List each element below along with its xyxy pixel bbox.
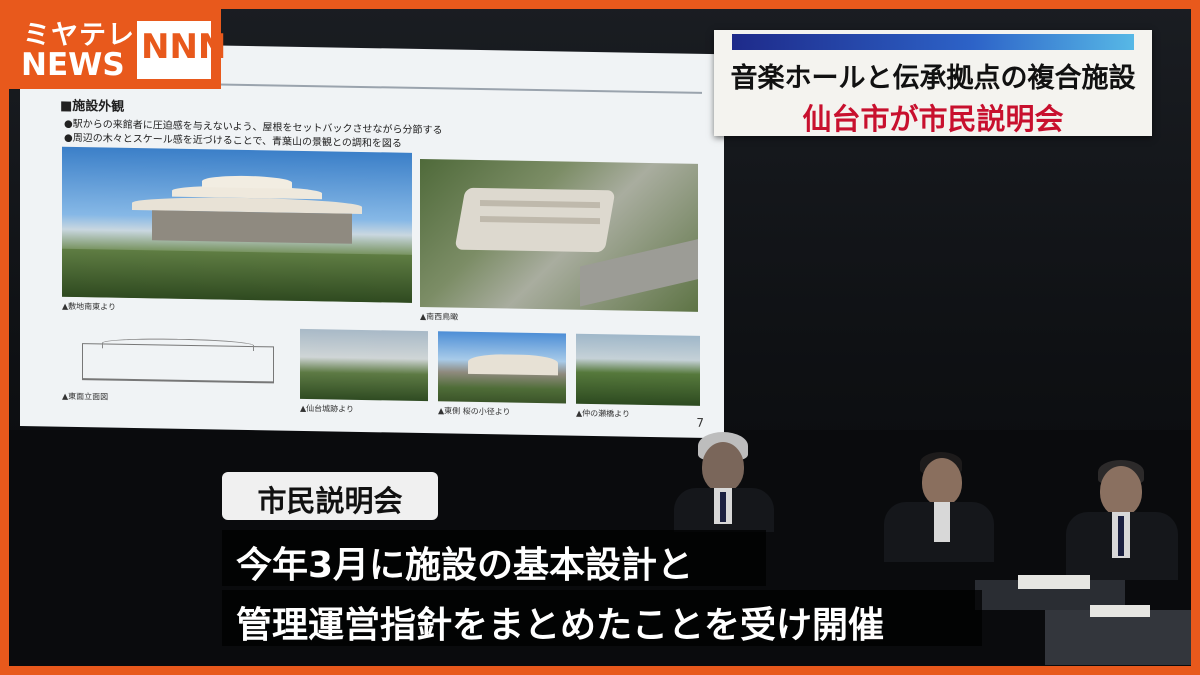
elevation-drawing — [62, 332, 292, 389]
headline-subtitle: 仙台市が市民説明会 — [802, 102, 1064, 136]
caption-label-text: 市民説明会 — [257, 484, 403, 518]
projected-slide: ■施設外観 ●駅からの来館者に圧迫感を与えないよう、屋根をセットバックさせながら… — [20, 42, 724, 439]
slide-heading: ■施設外観 — [60, 98, 125, 115]
document-paper — [1090, 605, 1150, 617]
headline-accent-bar — [732, 34, 1134, 50]
panel-table — [1045, 610, 1200, 665]
panelist-person — [1062, 460, 1182, 580]
subtitle-line: 管理運営指針をまとめたことを受け開催 — [222, 590, 982, 646]
image-caption: ▲仙台城跡より — [300, 403, 354, 414]
logo-network-text: NNN — [141, 27, 227, 67]
subtitle-text: 管理運営指針をまとめたことを受け開催 — [236, 605, 885, 646]
headline-title: 音楽ホールと伝承拠点の複合施設 — [730, 63, 1136, 94]
view-sakura-path-image — [438, 331, 566, 404]
panelist-person — [880, 452, 998, 562]
document-paper — [1018, 575, 1090, 589]
render-southeast-image — [62, 146, 412, 303]
image-caption: ▲敷地南東より — [62, 301, 116, 312]
image-caption: ▲仲の瀬橋より — [576, 408, 630, 419]
slide-page-number: 7 — [696, 415, 704, 430]
subtitle-line: 今年3月に施設の基本設計と — [222, 530, 766, 586]
logo-text-news: NEWS — [21, 47, 125, 83]
view-bridge-image — [576, 333, 700, 406]
view-castle-image — [300, 328, 428, 402]
subtitle-text: 今年3月に施設の基本設計と — [236, 545, 694, 586]
image-caption: ▲東面立面図 — [62, 391, 109, 402]
station-logo: ミヤテレ NEWS NNN — [9, 9, 226, 89]
image-caption: ▲南西鳥瞰 — [420, 311, 459, 322]
headline-panel: 音楽ホールと伝承拠点の複合施設 仙台市が市民説明会 — [714, 30, 1152, 136]
panelist-person — [668, 432, 778, 532]
caption-label: 市民説明会 — [222, 472, 438, 520]
image-caption: ▲東側 桜の小径より — [438, 406, 511, 417]
render-aerial-image — [420, 158, 698, 312]
nnn-logo-icon: NNN — [137, 21, 226, 79]
